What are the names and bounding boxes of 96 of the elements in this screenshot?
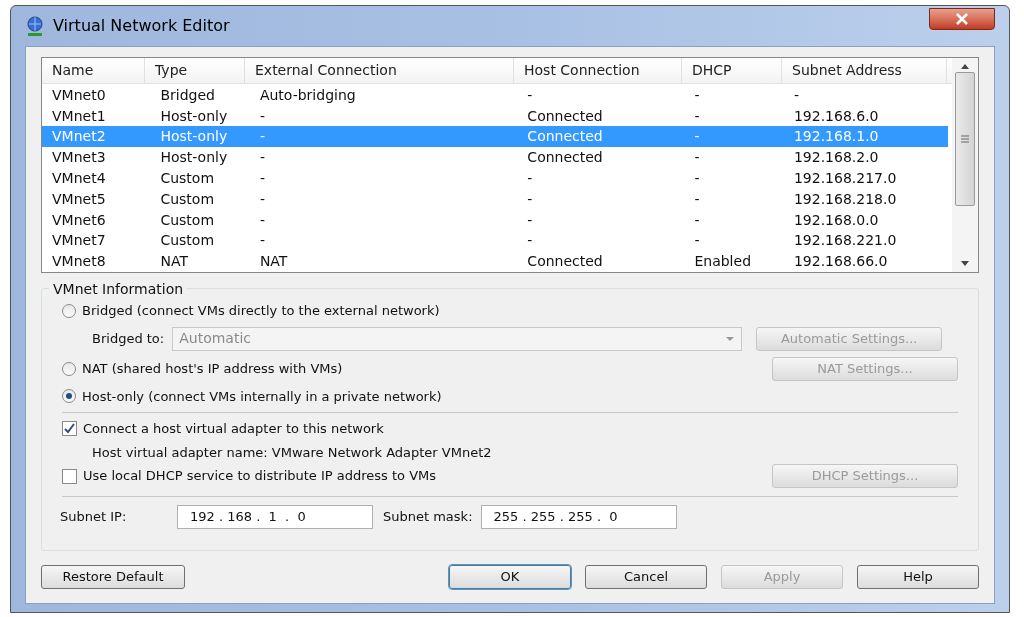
table-cell-text: - bbox=[693, 231, 701, 251]
scroll-down-icon[interactable] bbox=[960, 260, 970, 268]
table-cell-text: VMnet1 bbox=[51, 106, 107, 126]
button[interactable]: Restore Default bbox=[41, 565, 185, 589]
table-cell-text: 192.168.2.0 bbox=[792, 148, 880, 168]
table-cell-text: 192.168.0.0 bbox=[792, 210, 880, 230]
table-row[interactable]: VMnet3 Host-only - Connected - 192.168.2.0 bbox=[42, 147, 948, 168]
table-cell-text: VMnet4 bbox=[51, 168, 107, 188]
table-cell-text: - bbox=[693, 127, 701, 147]
table-cell-text: - bbox=[258, 168, 266, 188]
table-cell-text: Custom bbox=[159, 231, 216, 251]
scroll-thumb[interactable] bbox=[955, 72, 975, 206]
table-row[interactable]: VMnet7 Custom - - - 192.168.221.0 bbox=[42, 230, 948, 252]
checkbox[interactable] bbox=[62, 468, 77, 484]
table-cell-text: VMnet7 bbox=[51, 231, 107, 251]
table-cell-text: Custom bbox=[159, 168, 216, 188]
table-cell-text: Host-only bbox=[159, 148, 229, 168]
table-cell-text: 192.168.66.0 bbox=[792, 252, 889, 272]
checkbox[interactable] bbox=[62, 421, 77, 437]
table-cell-text: - bbox=[258, 127, 266, 147]
column-header[interactable]: External Connection bbox=[245, 58, 514, 83]
table-cell-text: - bbox=[693, 168, 701, 188]
bridged-to-label: Bridged to: bbox=[92, 329, 165, 348]
table-cell-text: Enabled bbox=[693, 252, 752, 272]
close-icon[interactable] bbox=[955, 13, 969, 25]
column-header[interactable]: Name bbox=[42, 58, 145, 83]
window-title: Virtual Network Editor bbox=[53, 15, 230, 37]
table-cell-text: VMnet8 bbox=[51, 252, 107, 272]
table-cell-text: VMnet5 bbox=[51, 189, 107, 209]
table-cell-text: Auto-bridging bbox=[258, 85, 357, 105]
table-cell-text: - bbox=[258, 231, 266, 251]
network-globe-icon bbox=[25, 15, 45, 37]
table-cell-text: Custom bbox=[159, 189, 216, 209]
table-cell-text: - bbox=[526, 85, 534, 105]
column-header[interactable]: Subnet Address bbox=[782, 58, 947, 83]
subnet-mask-label: Subnet mask: bbox=[383, 508, 473, 527]
column-header[interactable]: Host Connection bbox=[514, 58, 682, 83]
table-cell-text: - bbox=[526, 168, 534, 188]
table-row[interactable]: VMnet4 Custom - - - 192.168.217.0 bbox=[42, 168, 948, 189]
table-cell-text: Connected bbox=[526, 127, 604, 147]
button[interactable]: OK bbox=[449, 565, 571, 589]
table-cell-text: Connected bbox=[526, 252, 604, 272]
table-cell-text: - bbox=[693, 106, 701, 126]
table-cell-text: - bbox=[526, 189, 534, 209]
subnet-ip-label: Subnet IP: bbox=[60, 508, 128, 527]
table-cell-text: Host-only bbox=[159, 106, 229, 126]
table-cell-text: 192.168.221.0 bbox=[792, 231, 898, 251]
radio-button[interactable] bbox=[62, 361, 76, 376]
table-row[interactable]: VMnet8 NAT NAT Connected Enabled 192.168.66.0 bbox=[42, 251, 948, 272]
table-cell-text: 192.168.217.0 bbox=[792, 168, 898, 188]
table-cell-text: 192.168.1.0 bbox=[792, 127, 880, 147]
table-cell-text: VMnet0 bbox=[51, 85, 107, 105]
subnet-ip-field[interactable]: 192 . 168 . 1 . 0 bbox=[177, 505, 373, 529]
button[interactable]: Help bbox=[857, 565, 979, 589]
table-cell-text: - bbox=[693, 85, 701, 105]
column-header[interactable]: Type bbox=[145, 58, 245, 83]
button[interactable]: Cancel bbox=[585, 565, 707, 589]
radio-button[interactable] bbox=[62, 303, 76, 318]
table-cell-text: 192.168.6.0 bbox=[792, 106, 880, 126]
table-cell-text: NAT bbox=[159, 252, 189, 272]
table-cell-text: NAT bbox=[258, 252, 289, 272]
table-cell-text: Custom bbox=[159, 210, 216, 230]
radio-label: Host-only (connect VMs internally in a private network) bbox=[82, 387, 442, 406]
table-cell-text: - bbox=[258, 106, 266, 126]
table-cell-text: Connected bbox=[526, 106, 604, 126]
checkbox-label: Connect a host virtual adapter to this network bbox=[83, 420, 384, 438]
table-cell-text: VMnet3 bbox=[51, 148, 107, 168]
table-row[interactable]: VMnet6 Custom - - - 192.168.0.0 bbox=[42, 209, 948, 231]
table-cell-text: Bridged bbox=[159, 85, 216, 105]
subnet-mask-field[interactable]: 255 . 255 . 255 . 0 bbox=[480, 505, 677, 529]
table-cell-text: 192.168.218.0 bbox=[792, 189, 898, 209]
table-cell-text: Host-only bbox=[159, 127, 229, 147]
table-cell-text: - bbox=[693, 210, 701, 230]
radio-label: Bridged (connect VMs directly to the external network) bbox=[82, 302, 440, 320]
close-button[interactable] bbox=[929, 8, 995, 30]
table-row[interactable]: VMnet0 Bridged Auto-bridging - - - bbox=[42, 84, 948, 106]
table-cell-text: - bbox=[258, 148, 266, 168]
table-cell-text: - bbox=[693, 189, 701, 209]
scrollbar[interactable] bbox=[952, 58, 978, 272]
adapter-name-text: Host virtual adapter name: VMware Network Adapter VMnet2 bbox=[91, 443, 493, 462]
radio-button[interactable] bbox=[62, 389, 76, 404]
radio-label: NAT (shared host's IP address with VMs) bbox=[82, 359, 343, 378]
table-cell-text: VMnet6 bbox=[51, 210, 107, 230]
column-header[interactable]: DHCP bbox=[682, 58, 782, 83]
table-cell-text: - bbox=[792, 85, 800, 105]
table-cell-text: - bbox=[526, 231, 534, 251]
scroll-up-icon[interactable] bbox=[960, 62, 970, 70]
checkbox-label: Use local DHCP service to distribute IP address to VMs bbox=[83, 467, 437, 486]
table-row[interactable]: VMnet5 Custom - - - 192.168.218.0 bbox=[42, 188, 948, 210]
table-cell-text: VMnet2 bbox=[51, 127, 107, 147]
table-cell-text: - bbox=[526, 210, 534, 230]
table-cell-text: - bbox=[258, 189, 266, 209]
table-cell-text: Connected bbox=[526, 148, 604, 168]
table-cell-text: - bbox=[693, 148, 701, 168]
table-row[interactable]: VMnet1 Host-only - Connected - 192.168.6.0 bbox=[42, 105, 948, 127]
table-cell-text: - bbox=[258, 210, 266, 230]
